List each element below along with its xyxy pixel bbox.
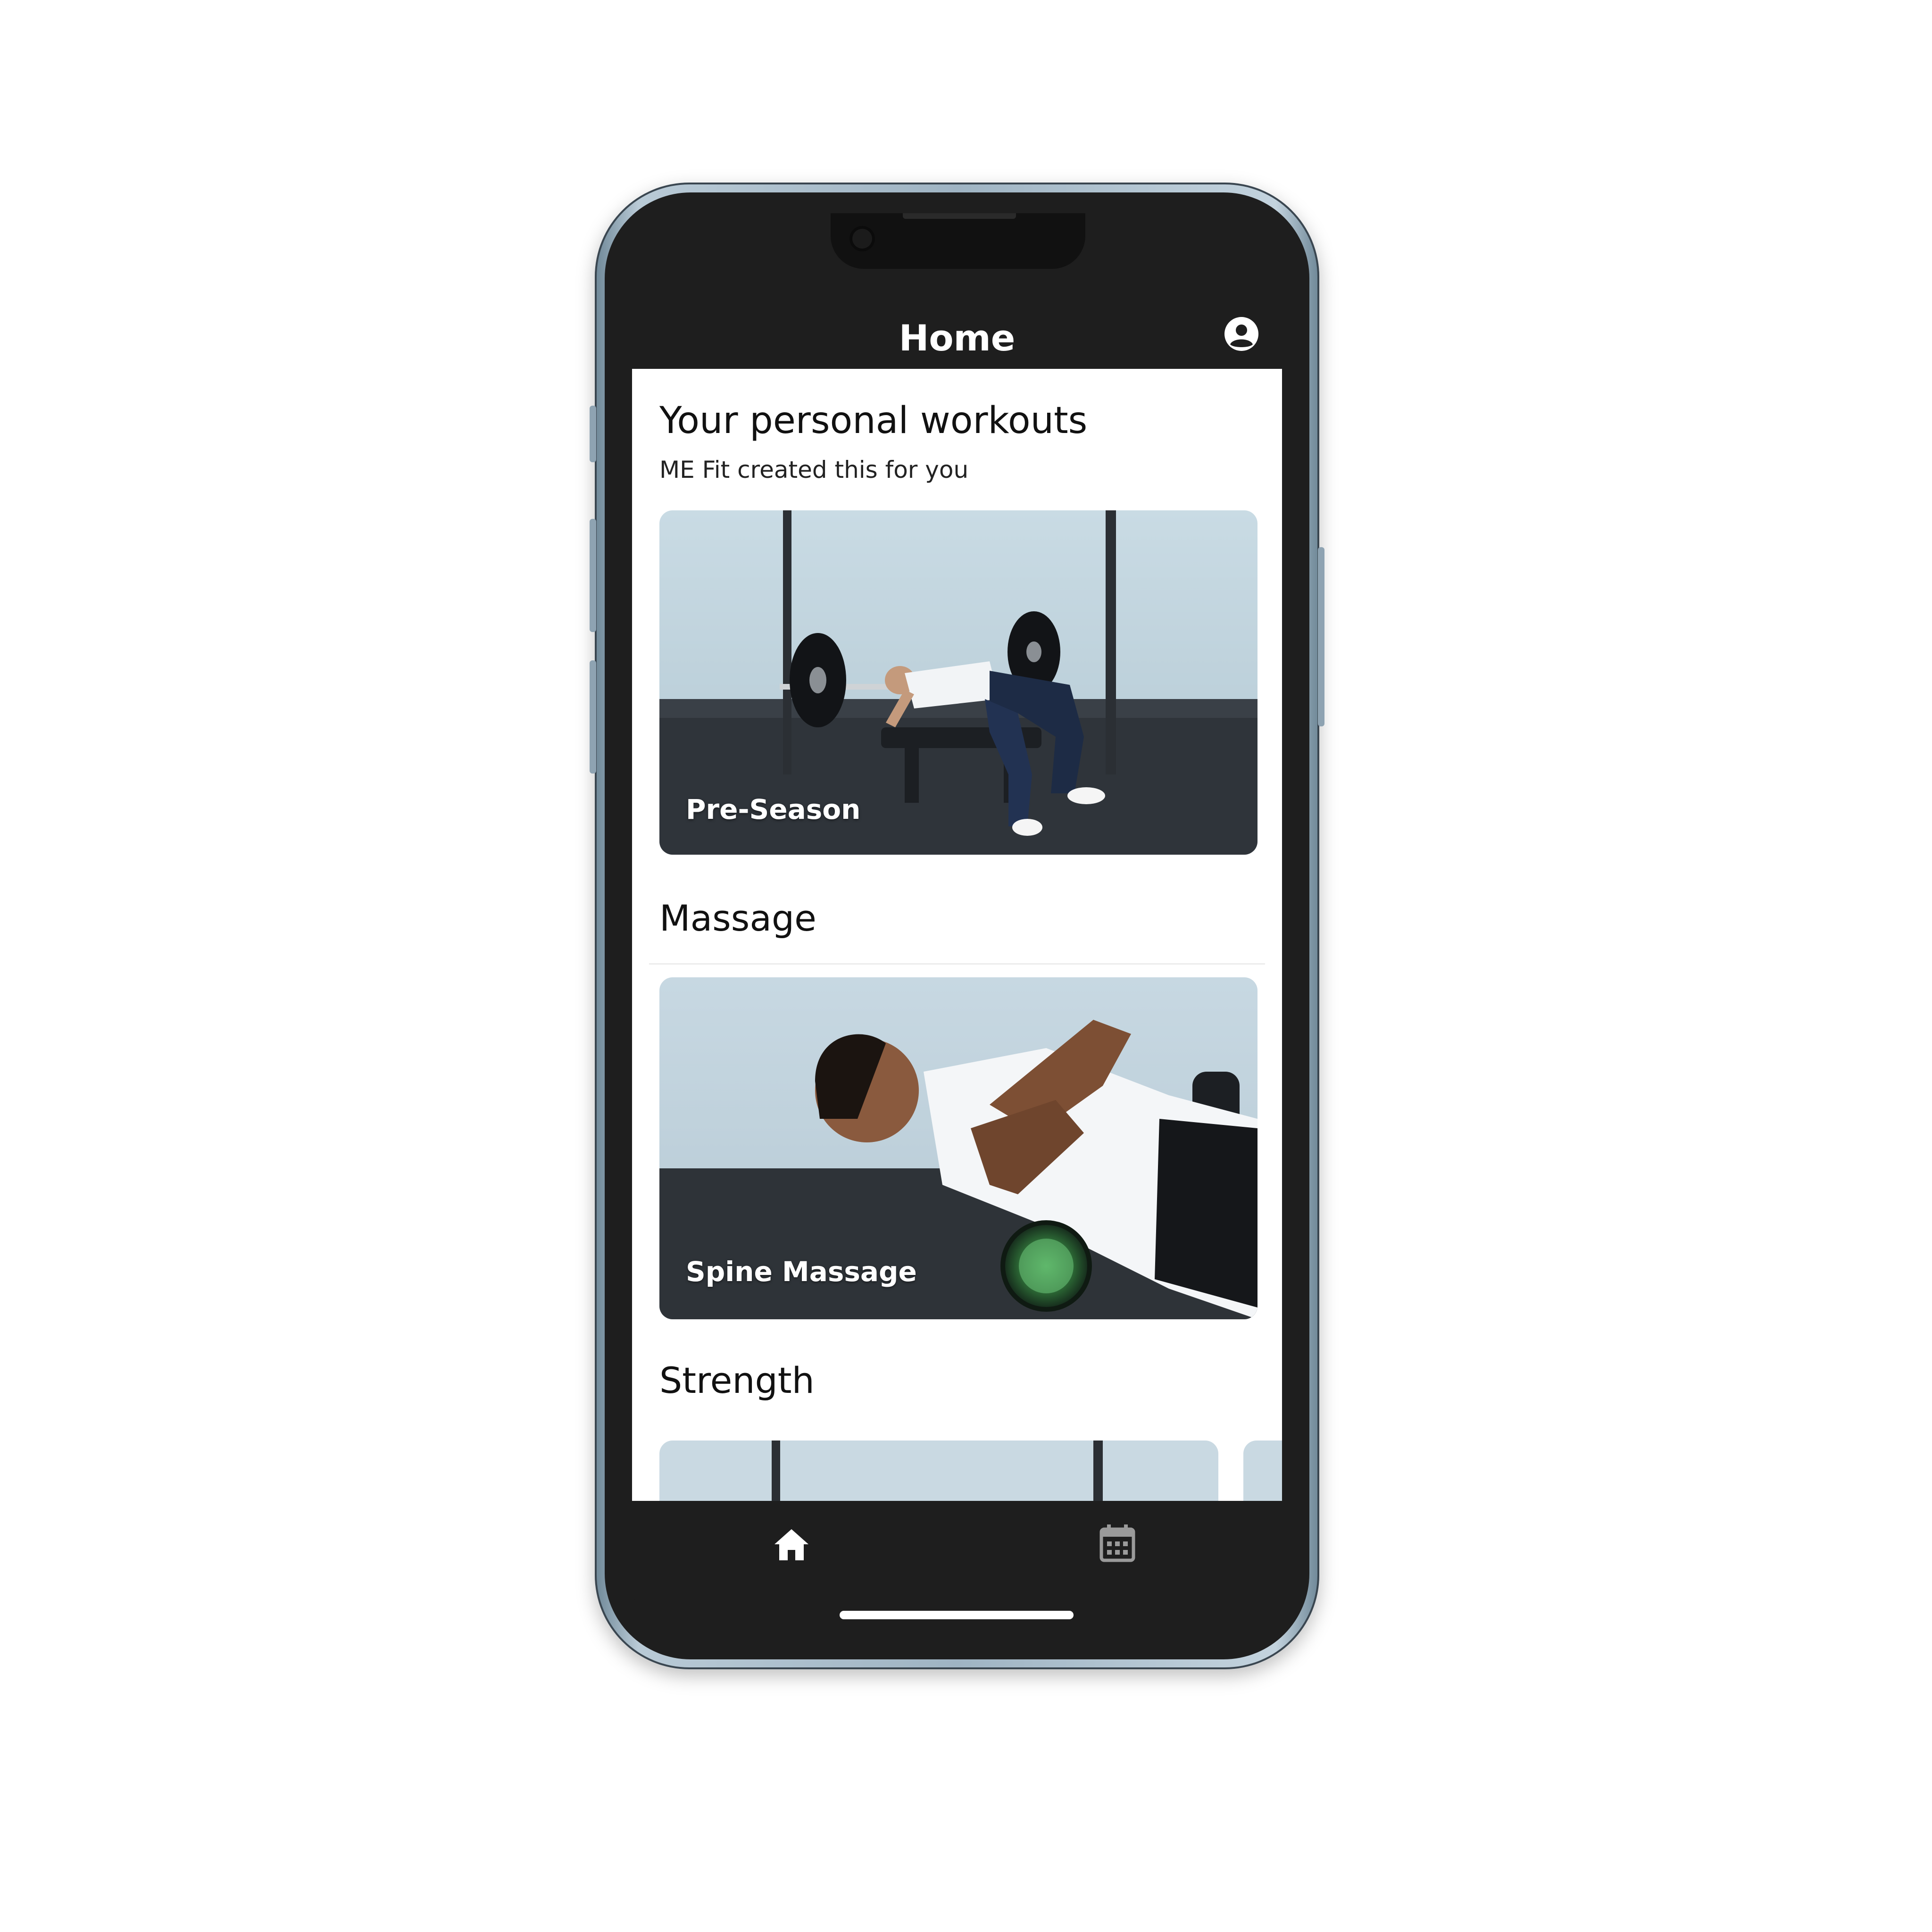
workout-card-pre-season[interactable]: Pre-Season (659, 510, 1257, 855)
section-subheading-personal: ME Fit created this for you (659, 456, 969, 483)
side-button (590, 660, 596, 774)
home-icon (774, 1529, 808, 1560)
side-button (1318, 547, 1324, 726)
section-heading-massage: Massage (659, 897, 816, 939)
speaker (903, 213, 1016, 219)
home-content[interactable]: Your personal workouts ME Fit created th… (632, 369, 1282, 1501)
phone-screen: Home Your personal workouts ME Fit creat… (629, 213, 1285, 1639)
side-button (590, 519, 596, 632)
side-button (590, 406, 596, 462)
workout-card-next[interactable] (1243, 1441, 1282, 1501)
workout-card-label: Spine Massage (686, 1256, 917, 1288)
app-header: Home (629, 279, 1285, 369)
bottom-navigation (629, 1501, 1285, 1639)
section-heading-strength: Strength (659, 1359, 815, 1401)
workout-card-label: Pre-Season (686, 793, 861, 825)
workout-image-next (1243, 1441, 1282, 1501)
nav-home-button[interactable] (771, 1524, 812, 1565)
nav-calendar-button[interactable] (1099, 1523, 1136, 1564)
calendar-icon (1099, 1524, 1135, 1562)
page-title: Home (899, 317, 1016, 359)
stage: Home Your personal workouts ME Fit creat… (0, 0, 1932, 1932)
front-camera (849, 226, 875, 251)
workout-image-strength (659, 1441, 1218, 1501)
account-circle-icon (1224, 317, 1258, 351)
section-divider (649, 963, 1265, 965)
profile-button[interactable] (1223, 315, 1260, 353)
workout-card-spine-massage[interactable]: Spine Massage (659, 977, 1257, 1319)
workout-card-strength[interactable] (659, 1441, 1218, 1501)
section-heading-personal: Your personal workouts (659, 400, 1088, 442)
home-indicator[interactable] (840, 1611, 1074, 1619)
